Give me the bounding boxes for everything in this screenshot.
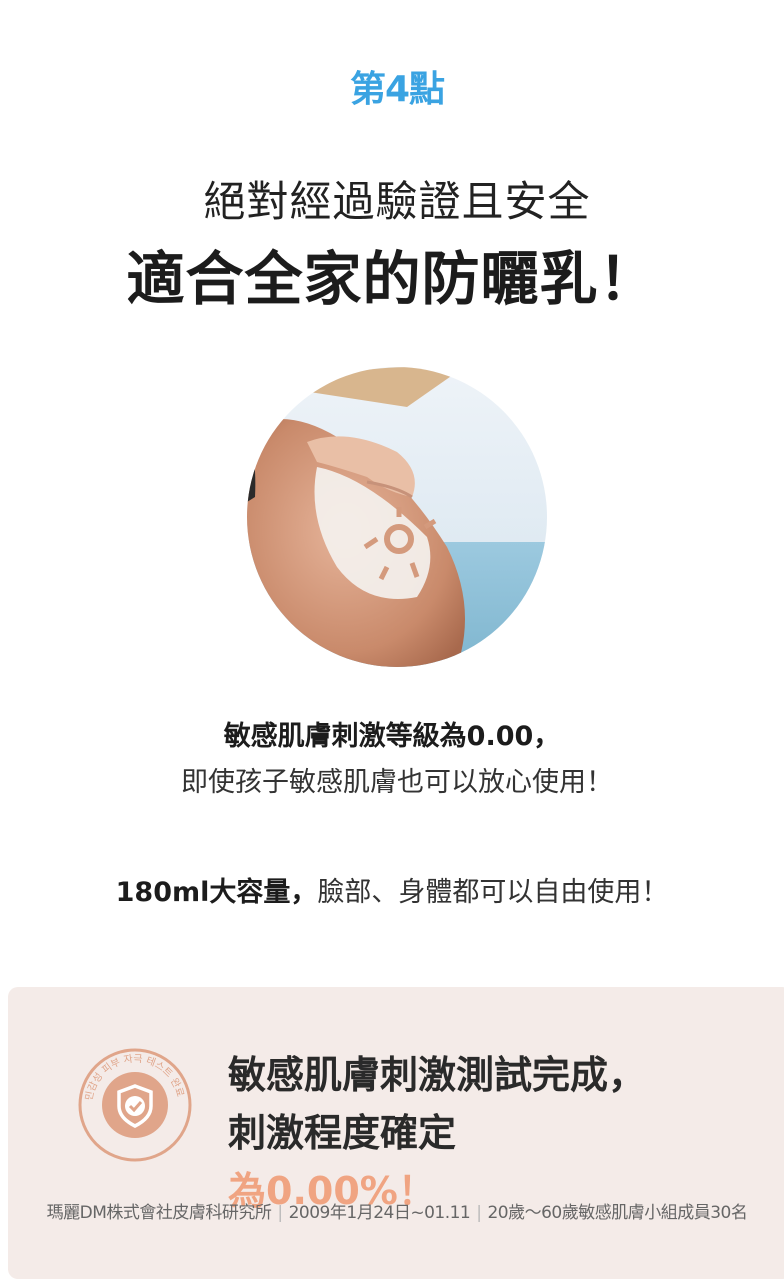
subheadline: 絕對經過驗證且安全 <box>203 177 591 226</box>
point-label: 第4點 <box>349 69 445 110</box>
capacity-rest: 臉部、身體都可以自由使用！ <box>317 877 669 908</box>
sunscreen-photo <box>247 367 547 667</box>
shield-check-badge-icon: 민감성 피부 자극 테스트 완료 <box>78 1048 192 1162</box>
footnote-date: 2009年1月24日~01.11 <box>288 1203 471 1223</box>
test-result-title: 敏感肌膚刺激測試完成， 刺激程度確定 為0.00%！ <box>228 1046 748 1220</box>
footnote-group: 20歲～60歲敏感肌膚小組成員30名 <box>487 1203 748 1223</box>
test-footnote: 瑪麗DM株式會社皮膚科研究所 | 2009年1月24日~01.11 | 20歲～60歲敏… <box>0 1198 784 1223</box>
safe-for-kids-text: 即使孩子敏感肌膚也可以放心使用！ <box>181 767 613 798</box>
title-line-1: 敏感肌膚刺激測試完成， <box>228 1053 647 1097</box>
title-line-2: 刺激程度確定 <box>228 1111 457 1155</box>
footnote-org: 瑪麗DM株式會社皮膚科研究所 <box>46 1203 272 1223</box>
divider: | <box>476 1203 482 1223</box>
capacity-text: 180ml大容量，臉部、身體都可以自由使用！ <box>0 870 784 909</box>
irritation-level-text: 敏感肌膚刺激等級為0.00， <box>223 721 561 752</box>
headline: 適合全家的防曬乳！ <box>126 245 658 313</box>
divider: | <box>277 1203 283 1223</box>
capacity-bold: 180ml大容量， <box>115 877 318 908</box>
